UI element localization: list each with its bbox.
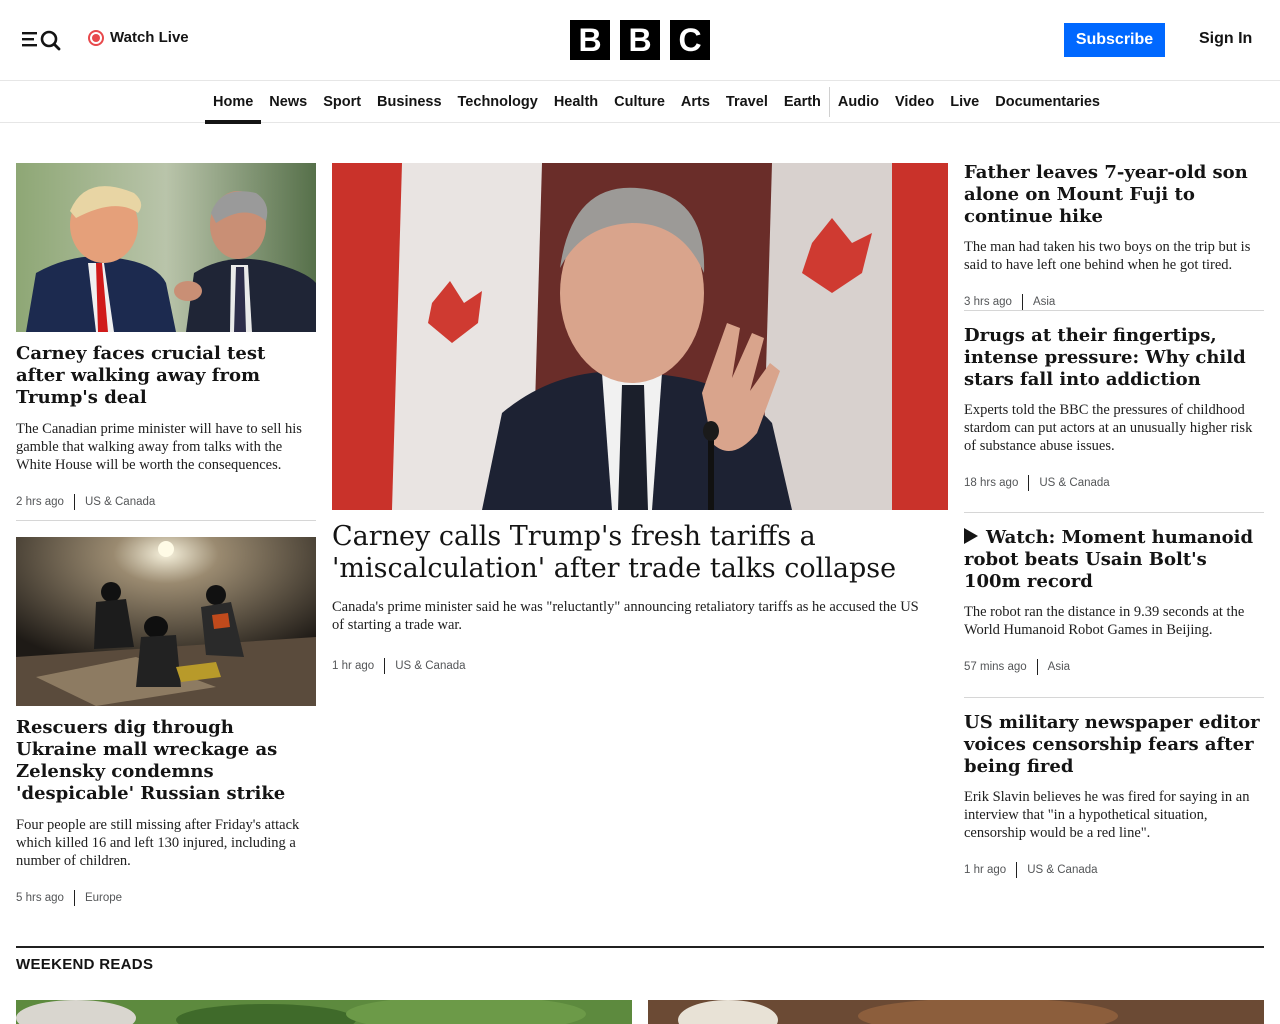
- nav-item-documentaries[interactable]: Documentaries: [987, 81, 1108, 123]
- live-icon: [88, 29, 104, 46]
- story-section[interactable]: Asia: [1048, 661, 1070, 673]
- menu-search-icon[interactable]: [20, 26, 64, 52]
- meta-divider: [1021, 294, 1023, 310]
- bbc-logo[interactable]: B B C: [570, 20, 710, 60]
- logo-letter: C: [670, 20, 710, 60]
- play-icon: [964, 528, 978, 544]
- story-ukraine-mall[interactable]: Rescuers dig through Ukraine mall wrecka…: [16, 717, 316, 906]
- story-time: 18 hrs ago: [964, 477, 1019, 489]
- story-divider: [964, 310, 1264, 311]
- nav-item-health[interactable]: Health: [546, 81, 606, 123]
- story-meta: 57 mins ago Asia: [964, 659, 1264, 675]
- watch-live-link[interactable]: Watch Live: [88, 29, 189, 46]
- story-time: 1 hr ago: [964, 864, 1007, 876]
- nav-item-business[interactable]: Business: [369, 81, 449, 123]
- story-child-stars[interactable]: Drugs at their fingertips, intense press…: [964, 325, 1264, 491]
- nav-item-travel[interactable]: Travel: [718, 81, 776, 123]
- story-divider: [964, 697, 1264, 698]
- story-section[interactable]: US & Canada: [1027, 864, 1097, 876]
- story-divider: [16, 520, 316, 521]
- story-image-ukraine-rescue[interactable]: [16, 537, 316, 706]
- story-headline-video[interactable]: Watch: Moment humanoid robot beats Usain…: [964, 527, 1264, 593]
- nav-item-video[interactable]: Video: [887, 81, 942, 123]
- story-headline[interactable]: Rescuers dig through Ukraine mall wrecka…: [16, 717, 316, 805]
- meta-divider: [1016, 862, 1018, 878]
- meta-divider: [1036, 659, 1038, 675]
- weekend-read-image-2[interactable]: [648, 1000, 1264, 1024]
- logo-letter: B: [620, 20, 660, 60]
- subscribe-button[interactable]: Subscribe: [1064, 23, 1165, 57]
- nav-item-audio[interactable]: Audio: [830, 81, 887, 123]
- story-summary: Erik Slavin believes he was fired for sa…: [964, 789, 1250, 841]
- meta-divider: [1028, 475, 1030, 491]
- story-meta: 1 hr ago US & Canada: [964, 862, 1264, 878]
- lead-summary: Canada's prime minister said he was "rel…: [332, 599, 919, 633]
- story-time: 1 hr ago: [332, 660, 375, 672]
- lead-story-image[interactable]: [332, 163, 948, 510]
- story-headline: Watch: Moment humanoid robot beats Usain…: [964, 527, 1254, 592]
- story-headline[interactable]: Father leaves 7-year-old son alone on Mo…: [964, 162, 1264, 228]
- story-time: 3 hrs ago: [964, 296, 1012, 308]
- weekend-read-image-1[interactable]: [16, 1000, 632, 1024]
- section-title-weekend-reads: WEEKEND READS: [16, 956, 154, 973]
- story-summary: Four people are still missing after Frid…: [16, 817, 300, 869]
- logo-letter: B: [570, 20, 610, 60]
- story-section[interactable]: Europe: [85, 892, 122, 904]
- story-divider: [964, 512, 1264, 513]
- story-carney-crucial-test[interactable]: Carney faces crucial test after walking …: [16, 343, 316, 510]
- meta-divider: [384, 658, 386, 674]
- nav-item-technology[interactable]: Technology: [450, 81, 546, 123]
- story-mount-fuji[interactable]: Father leaves 7-year-old son alone on Mo…: [964, 162, 1264, 310]
- story-summary: The man had taken his two boys on the tr…: [964, 239, 1251, 273]
- story-summary: Experts told the BBC the pressures of ch…: [964, 402, 1253, 454]
- story-time: 5 hrs ago: [16, 892, 64, 904]
- nav-item-live[interactable]: Live: [942, 81, 987, 123]
- nav-items: Home News Sport Business Technology Heal…: [205, 81, 1108, 124]
- nav-item-home[interactable]: Home: [205, 81, 262, 124]
- story-meta: 18 hrs ago US & Canada: [964, 475, 1264, 491]
- section-rule: [16, 946, 1264, 948]
- story-image-trump-carney[interactable]: [16, 163, 316, 332]
- site-header: Watch Live B B C Subscribe Sign In: [0, 0, 1280, 81]
- story-section[interactable]: US & Canada: [1039, 477, 1109, 489]
- nav-item-arts[interactable]: Arts: [673, 81, 718, 123]
- nav-item-sport[interactable]: Sport: [315, 81, 369, 123]
- story-humanoid-robot[interactable]: Watch: Moment humanoid robot beats Usain…: [964, 527, 1264, 675]
- nav-item-news[interactable]: News: [261, 81, 315, 123]
- story-section[interactable]: US & Canada: [395, 660, 465, 672]
- nav-item-earth[interactable]: Earth: [776, 81, 829, 123]
- story-meta: 1 hr ago US & Canada: [332, 658, 948, 674]
- story-meta: 5 hrs ago Europe: [16, 890, 316, 906]
- main-nav: Home News Sport Business Technology Heal…: [0, 81, 1280, 124]
- story-section[interactable]: US & Canada: [85, 496, 155, 508]
- story-time: 57 mins ago: [964, 661, 1027, 673]
- story-headline[interactable]: Carney faces crucial test after walking …: [16, 343, 316, 409]
- lead-headline[interactable]: Carney calls Trump's fresh tariffs a 'mi…: [332, 521, 948, 585]
- meta-divider: [73, 494, 75, 510]
- story-time: 2 hrs ago: [16, 496, 64, 508]
- story-summary: The robot ran the distance in 9.39 secon…: [964, 604, 1245, 638]
- meta-divider: [73, 890, 75, 906]
- nav-item-culture[interactable]: Culture: [606, 81, 673, 123]
- story-section[interactable]: Asia: [1033, 296, 1055, 308]
- sign-in-link[interactable]: Sign In: [1199, 30, 1252, 48]
- story-headline[interactable]: US military newspaper editor voices cens…: [964, 712, 1264, 778]
- lead-story[interactable]: Carney calls Trump's fresh tariffs a 'mi…: [332, 521, 948, 674]
- watch-live-label: Watch Live: [110, 29, 189, 46]
- story-meta: 3 hrs ago Asia: [964, 294, 1264, 310]
- story-headline[interactable]: Drugs at their fingertips, intense press…: [964, 325, 1264, 391]
- story-summary: The Canadian prime minister will have to…: [16, 421, 302, 473]
- story-military-newspaper[interactable]: US military newspaper editor voices cens…: [964, 712, 1264, 878]
- story-meta: 2 hrs ago US & Canada: [16, 494, 316, 510]
